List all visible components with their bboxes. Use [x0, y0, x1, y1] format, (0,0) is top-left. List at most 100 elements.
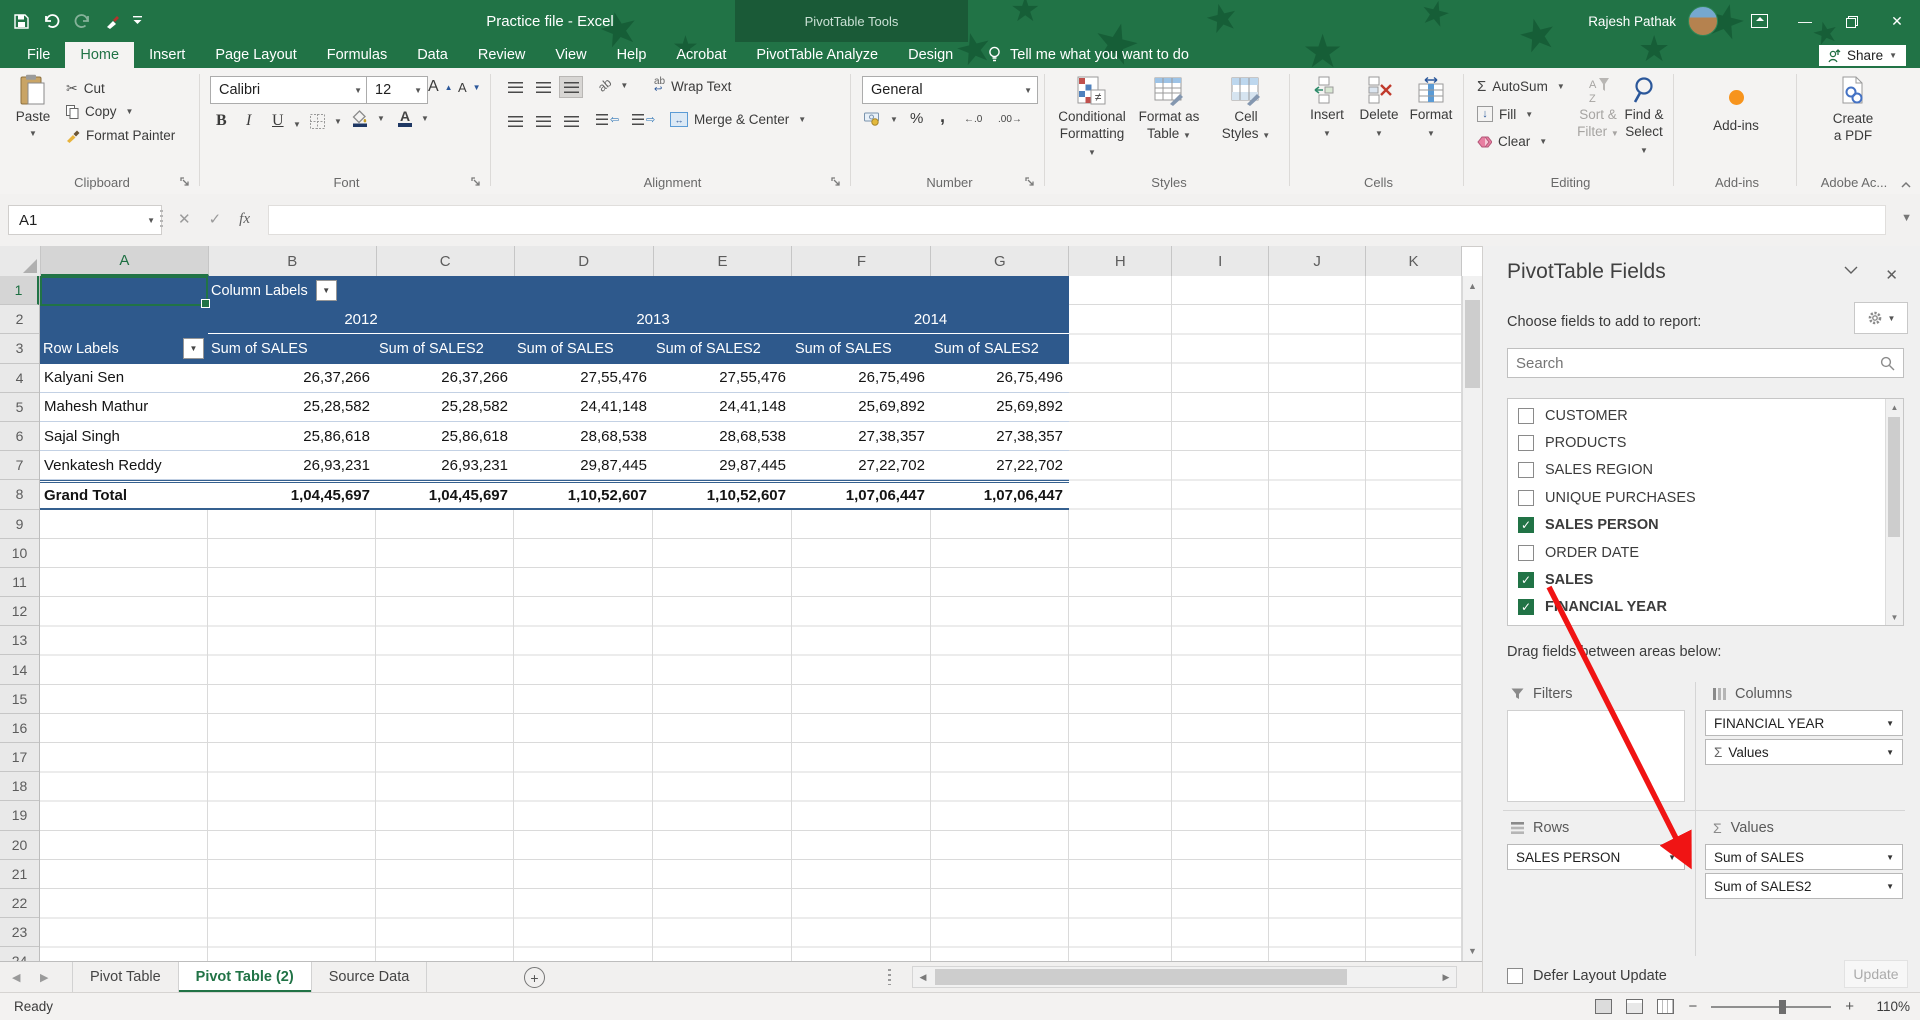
- values-pill-sum-of-sales2[interactable]: Sum of SALES2▼: [1705, 873, 1903, 899]
- pivot-value-cell[interactable]: 26,93,231: [376, 451, 514, 480]
- row-header-18[interactable]: 18: [0, 772, 39, 801]
- zoom-out-icon[interactable]: −: [1688, 998, 1697, 1015]
- pivot-value-cell[interactable]: 26,37,266: [376, 364, 514, 393]
- enter-icon[interactable]: ✓: [209, 210, 222, 228]
- row-header-6[interactable]: 6: [0, 422, 39, 451]
- field-item-sales-region[interactable]: SALES REGION: [1508, 457, 1903, 484]
- pane-close-icon[interactable]: ✕: [1885, 266, 1898, 284]
- number-dialog-launcher-icon[interactable]: [1025, 177, 1037, 189]
- pivot-value-cell[interactable]: 24,41,148: [514, 393, 653, 422]
- pill-dropdown-icon[interactable]: ▼: [1886, 853, 1894, 862]
- cell-a3[interactable]: Row Labels▼: [40, 334, 208, 363]
- autosum-button[interactable]: Σ AutoSum ▼: [1477, 78, 1565, 95]
- grand-total-value[interactable]: 1,07,06,447: [931, 480, 1069, 509]
- undo-icon[interactable]: [43, 14, 60, 28]
- pill-dropdown-icon[interactable]: ▼: [1886, 719, 1894, 728]
- row-header-4[interactable]: 4: [0, 364, 39, 393]
- column-header-c[interactable]: C: [377, 246, 515, 276]
- ribbon-display-options-icon[interactable]: [1736, 0, 1782, 42]
- underline-button[interactable]: U: [272, 112, 284, 130]
- user-name[interactable]: Rajesh Pathak: [1588, 14, 1676, 29]
- field-list-scrollbar[interactable]: ▲ ▼: [1885, 399, 1903, 625]
- values-pill-sum-of-sales[interactable]: Sum of SALES▼: [1705, 844, 1903, 870]
- middle-align-button[interactable]: [532, 77, 554, 97]
- tab-design[interactable]: Design: [893, 42, 968, 68]
- fill-color-button[interactable]: ▼: [352, 110, 385, 127]
- create-pdf-button[interactable]: Createa PDF: [1818, 76, 1888, 145]
- pivot-value-cell[interactable]: 27,38,357: [931, 422, 1069, 451]
- format-cells-button[interactable]: Format▼: [1407, 76, 1455, 141]
- user-avatar[interactable]: [1688, 6, 1718, 36]
- pivot-header-fill[interactable]: [376, 276, 1069, 305]
- pane-options-chevron-icon[interactable]: [1844, 266, 1858, 275]
- sheet-tab-source-data[interactable]: Source Data: [312, 962, 428, 992]
- pivot-value-cell[interactable]: 27,22,702: [931, 451, 1069, 480]
- italic-button[interactable]: I: [246, 112, 251, 130]
- field-item-order-date[interactable]: ORDER DATE: [1508, 539, 1903, 566]
- percent-style-button[interactable]: %: [910, 110, 923, 127]
- checked-checkbox[interactable]: ✓: [1518, 517, 1534, 533]
- tab-page-layout[interactable]: Page Layout: [200, 42, 311, 68]
- insert-function-icon[interactable]: fx: [239, 211, 250, 228]
- clear-button[interactable]: Clear ▼: [1477, 134, 1547, 149]
- font-dialog-launcher-icon[interactable]: [471, 177, 483, 189]
- tools-gear-button[interactable]: ▼: [1854, 302, 1908, 334]
- cell-b1[interactable]: Column Labels▼: [208, 276, 376, 305]
- orientation-button[interactable]: ab ▼: [598, 78, 628, 92]
- horizontal-scroll-thumb[interactable]: [935, 969, 1347, 985]
- tab-review[interactable]: Review: [463, 42, 541, 68]
- pill-dropdown-icon[interactable]: ▼: [1886, 882, 1894, 891]
- year-header-2014[interactable]: 2014: [792, 305, 1069, 334]
- unchecked-checkbox[interactable]: [1518, 462, 1534, 478]
- delete-cells-button[interactable]: Delete▼: [1355, 76, 1403, 141]
- sheet-tab-pivot-table-2[interactable]: Pivot Table (2): [179, 962, 312, 992]
- row-header-24[interactable]: 24: [0, 947, 39, 961]
- comma-style-button[interactable]: ,: [940, 106, 945, 127]
- tab-acrobat[interactable]: Acrobat: [661, 42, 741, 68]
- font-name-combo[interactable]: Calibri▼: [210, 76, 368, 104]
- decrease-indent-button[interactable]: ⇦: [596, 113, 619, 126]
- pill-dropdown-icon[interactable]: ▼: [1668, 853, 1676, 862]
- field-item-customer[interactable]: CUSTOMER: [1508, 402, 1903, 429]
- pivot-value-cell[interactable]: 27,38,357: [792, 422, 931, 451]
- alignment-dialog-launcher-icon[interactable]: [831, 177, 843, 189]
- row-header-13[interactable]: 13: [0, 626, 39, 655]
- pivot-value-cell[interactable]: 29,87,445: [653, 451, 792, 480]
- format-painter-button[interactable]: Format Painter: [66, 128, 175, 143]
- unchecked-checkbox[interactable]: [1518, 408, 1534, 424]
- customize-quick-access-icon[interactable]: [133, 16, 142, 26]
- column-header-h[interactable]: H: [1069, 246, 1172, 276]
- unchecked-checkbox[interactable]: [1518, 490, 1534, 506]
- row-header-21[interactable]: 21: [0, 860, 39, 889]
- year-header-2013[interactable]: 2013: [514, 305, 792, 334]
- pivot-value-cell[interactable]: 25,69,892: [792, 393, 931, 422]
- scroll-down-icon[interactable]: ▼: [1886, 609, 1903, 625]
- horizontal-scrollbar[interactable]: ◀ ▶: [912, 966, 1457, 988]
- increase-indent-button[interactable]: ⇨: [632, 113, 655, 126]
- align-left-button[interactable]: [504, 111, 526, 131]
- save-icon[interactable]: [14, 14, 29, 29]
- pivot-value-cell[interactable]: 28,68,538: [514, 422, 653, 451]
- sort-filter-button[interactable]: AZ Sort &Filter ▼: [1575, 76, 1621, 141]
- column-header-g[interactable]: G: [931, 246, 1069, 276]
- merge-center-button[interactable]: ↔ Merge & Center ▼: [670, 112, 806, 127]
- pivot-row-name[interactable]: Mahesh Mathur: [40, 393, 208, 422]
- tabbar-splitter[interactable]: [888, 969, 891, 985]
- restore-icon[interactable]: [1828, 0, 1874, 42]
- field-item-sales[interactable]: ✓SALES: [1508, 566, 1903, 593]
- filters-area-box[interactable]: [1507, 710, 1685, 802]
- row-header-5[interactable]: 5: [0, 393, 39, 422]
- name-box[interactable]: A1 ▼: [8, 205, 162, 235]
- grand-total-value[interactable]: 1,04,45,697: [208, 480, 376, 509]
- column-header-e[interactable]: E: [654, 246, 793, 276]
- format-painter-quick-icon[interactable]: [105, 14, 119, 29]
- format-as-table-button[interactable]: Format asTable ▼: [1132, 76, 1206, 143]
- grow-font-button[interactable]: A▲: [428, 78, 453, 96]
- redo-icon[interactable]: [74, 14, 91, 28]
- year-header-2012[interactable]: 2012: [208, 305, 514, 334]
- name-box-dropdown-icon[interactable]: ▼: [147, 216, 155, 225]
- field-search-box[interactable]: [1507, 348, 1904, 378]
- row-header-22[interactable]: 22: [0, 889, 39, 918]
- pivot-value-cell[interactable]: 24,41,148: [653, 393, 792, 422]
- value-header[interactable]: Sum of SALES: [208, 334, 376, 363]
